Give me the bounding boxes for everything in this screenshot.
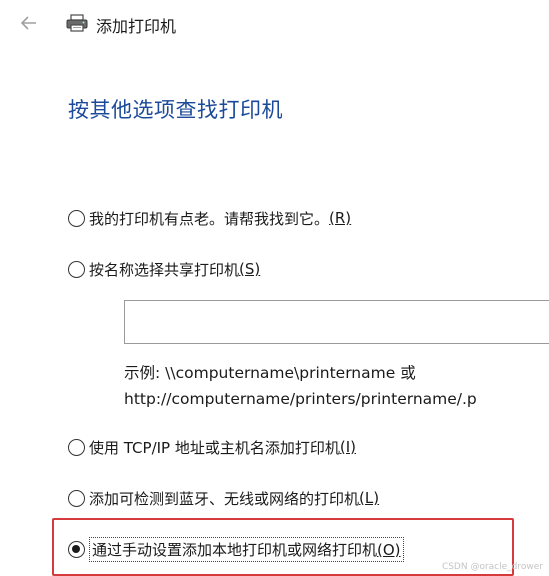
printer-icon [66,14,88,32]
option-label: 使用 TCP/IP 地址或主机名添加打印机 [89,438,340,457]
window-title: 添加打印机 [96,17,177,36]
radio-button[interactable] [68,209,85,227]
option-old-printer[interactable]: 我的打印机有点老。请帮我找到它。 (R) [68,205,351,231]
example-line-1: 示例: \\computername\printername 或 [124,364,416,382]
option-access-key: (R) [329,209,352,227]
example-text: 示例: \\computername\printername 或 http://… [124,360,549,412]
option-manual-local-printer[interactable]: 通过手动设置添加本地打印机或网络打印机(O) [68,536,404,562]
option-shared-printer-by-name[interactable]: 按名称选择共享打印机 (S) [68,256,260,282]
option-tcpip-printer[interactable]: 使用 TCP/IP 地址或主机名添加打印机 (I) [68,434,356,460]
focus-outline: 通过手动设置添加本地打印机或网络打印机(O) [89,536,404,562]
option-label: 通过手动设置添加本地打印机或网络打印机 [92,540,378,559]
radio-button[interactable] [68,438,85,456]
option-access-key: (O) [377,540,401,559]
title-bar: 添加打印机 [0,8,549,38]
back-arrow-icon [21,16,36,30]
radio-button-selected[interactable] [68,540,85,558]
option-label: 我的打印机有点老。请帮我找到它。 [89,209,330,228]
option-access-key: (L) [359,489,380,507]
option-label: 按名称选择共享打印机 [89,260,240,279]
shared-printer-name-input[interactable] [124,300,549,344]
option-bluetooth-wireless-printer[interactable]: 添加可检测到蓝牙、无线或网络的打印机 (L) [68,485,379,511]
radio-button[interactable] [68,489,85,507]
add-printer-window: 添加打印机 按其他选项查找打印机 我的打印机有点老。请帮我找到它。 (R) 按名… [0,0,549,576]
option-access-key: (I) [339,438,357,456]
example-line-2: http://computername/printers/printername… [124,390,477,408]
option-label: 添加可检测到蓝牙、无线或网络的打印机 [89,489,360,508]
radio-button[interactable] [68,260,85,278]
watermark: CSDN @oracle_drower [441,562,543,572]
option-access-key: (S) [239,260,261,278]
back-button[interactable] [14,11,44,35]
page-heading: 按其他选项查找打印机 [68,98,283,122]
